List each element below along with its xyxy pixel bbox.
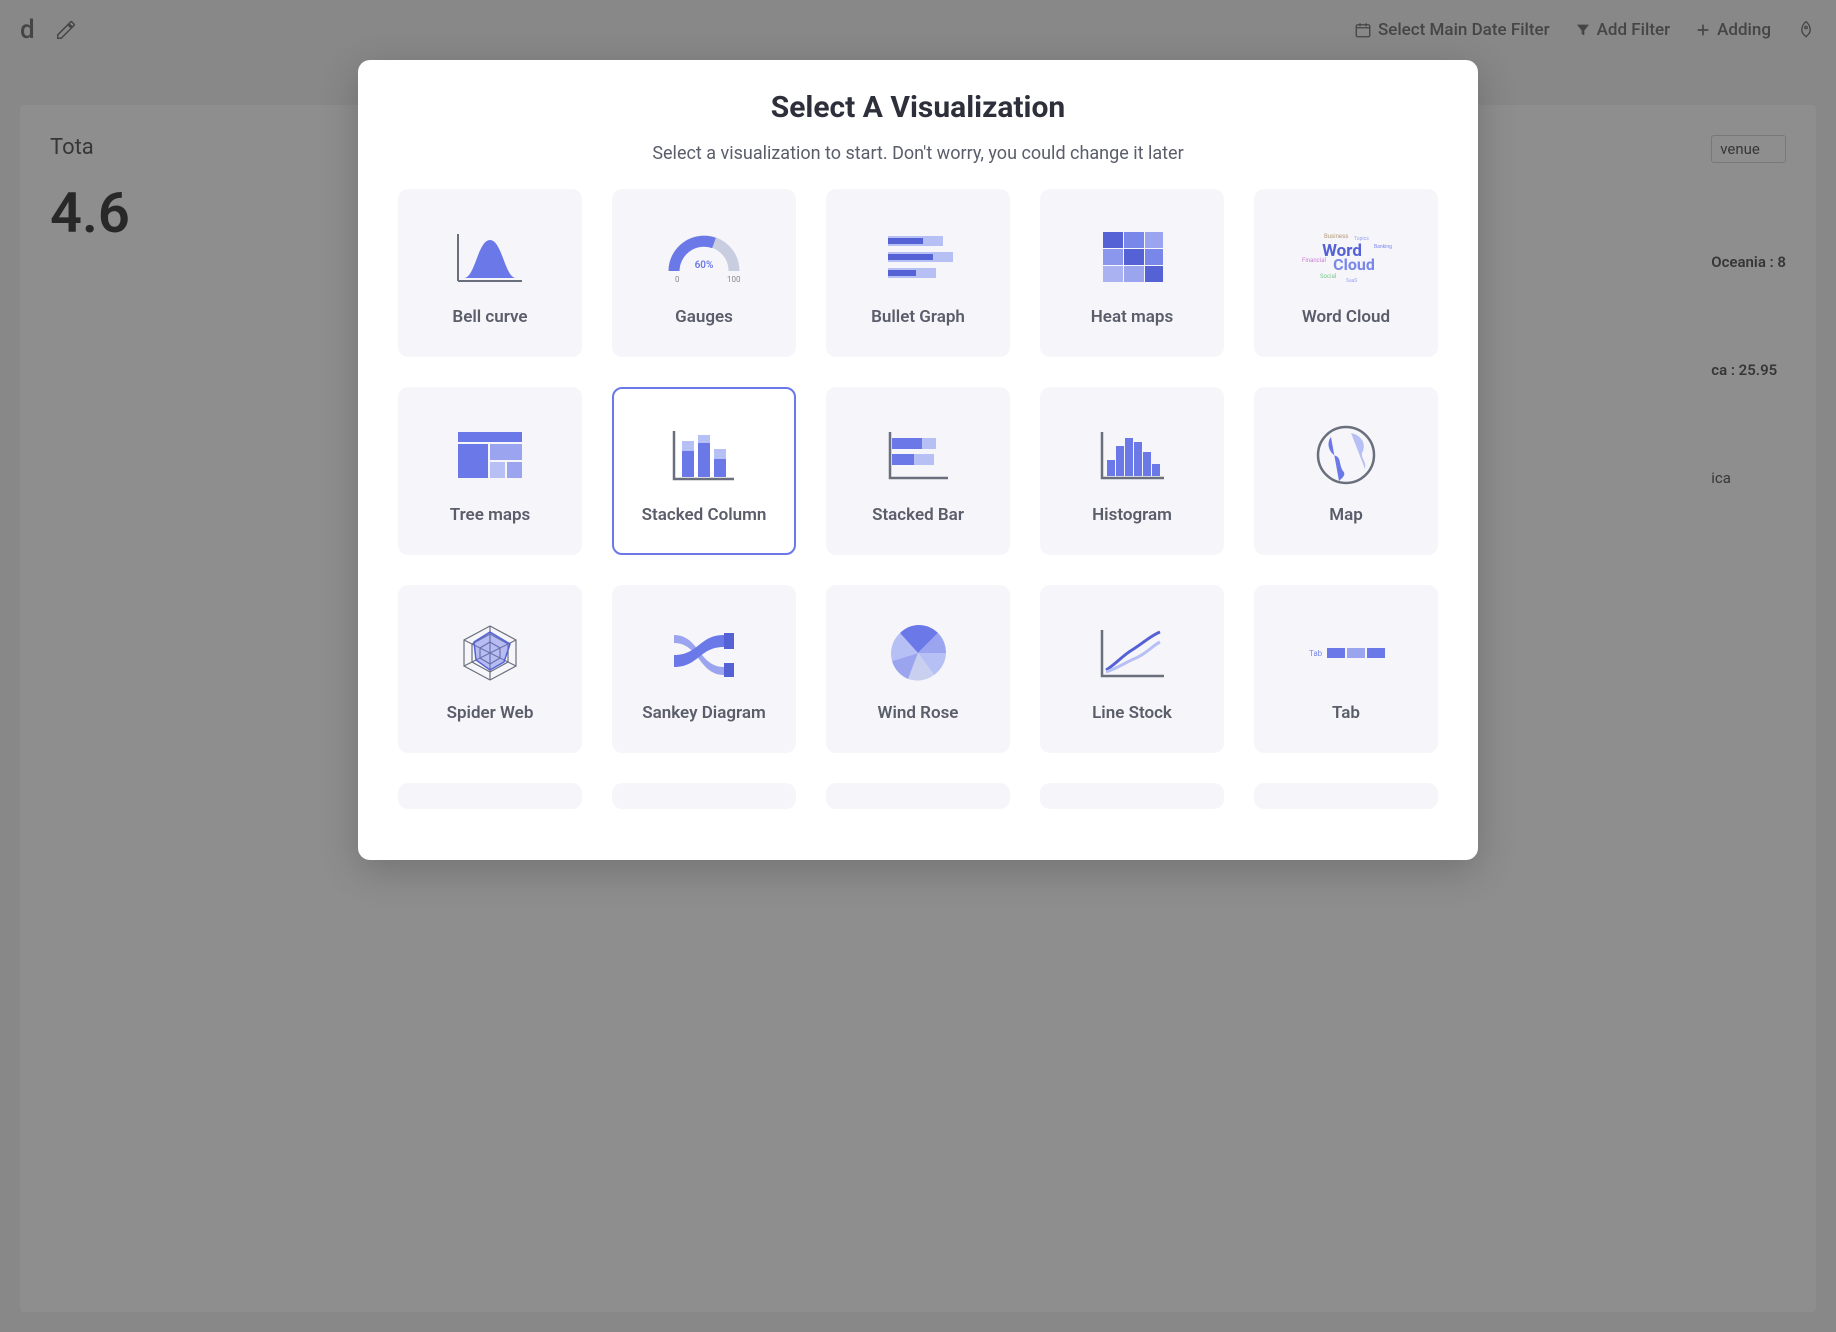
svg-text:Cloud: Cloud — [1333, 255, 1375, 274]
svg-text:100: 100 — [727, 275, 741, 284]
bullet-graph-icon — [838, 217, 998, 297]
viz-label: Spider Web — [447, 703, 534, 724]
svg-text:Social: Social — [1320, 273, 1336, 280]
viz-option-gauges[interactable]: 60% 0 100 Gauges — [612, 189, 796, 357]
line-stock-icon — [1052, 613, 1212, 693]
svg-text:Business: Business — [1324, 233, 1348, 240]
stacked-column-icon — [624, 415, 784, 495]
map-icon — [1266, 415, 1426, 495]
visualization-grid: Bell curve 60% 0 100 Gauges — [398, 189, 1438, 819]
viz-label: Bullet Graph — [871, 307, 965, 328]
viz-option-line-stock[interactable]: Line Stock — [1040, 585, 1224, 753]
viz-option-tree-maps[interactable]: Tree maps — [398, 387, 582, 555]
viz-label: Bell curve — [452, 307, 527, 328]
viz-option-more-2[interactable] — [612, 783, 796, 809]
viz-option-spider-web[interactable]: Spider Web — [398, 585, 582, 753]
viz-option-word-cloud[interactable]: Word Cloud Business Topics Banking Finan… — [1254, 189, 1438, 357]
viz-label: Histogram — [1092, 505, 1172, 526]
viz-option-sankey-diagram[interactable]: Sankey Diagram — [612, 585, 796, 753]
viz-option-wind-rose[interactable]: Wind Rose — [826, 585, 1010, 753]
viz-label: Sankey Diagram — [642, 703, 766, 724]
viz-option-heat-maps[interactable]: Heat maps — [1040, 189, 1224, 357]
heat-maps-icon — [1052, 217, 1212, 297]
viz-label: Tree maps — [450, 505, 531, 526]
viz-label: Line Stock — [1092, 703, 1172, 724]
viz-label: Stacked Bar — [872, 505, 964, 526]
modal-overlay[interactable]: Select A Visualization Select a visualiz… — [0, 0, 1836, 1332]
viz-option-tab[interactable]: Tab Tab — [1254, 585, 1438, 753]
viz-option-more-4[interactable] — [1040, 783, 1224, 809]
svg-text:60%: 60% — [695, 260, 714, 271]
viz-option-more-1[interactable] — [398, 783, 582, 809]
sankey-diagram-icon — [624, 613, 784, 693]
tab-icon: Tab — [1266, 613, 1426, 693]
svg-text:Banking: Banking — [1374, 244, 1392, 250]
viz-option-stacked-column[interactable]: Stacked Column — [612, 387, 796, 555]
histogram-icon — [1052, 415, 1212, 495]
svg-text:Topics: Topics — [1354, 236, 1369, 242]
svg-text:Tab: Tab — [1309, 649, 1323, 658]
viz-option-histogram[interactable]: Histogram — [1040, 387, 1224, 555]
word-cloud-icon: Word Cloud Business Topics Banking Finan… — [1266, 217, 1426, 297]
viz-label: Heat maps — [1091, 307, 1173, 328]
bell-curve-icon — [410, 217, 570, 297]
viz-label: Gauges — [675, 307, 733, 328]
gauges-icon: 60% 0 100 — [624, 217, 784, 297]
viz-label: Tab — [1332, 703, 1360, 724]
viz-option-map[interactable]: Map — [1254, 387, 1438, 555]
viz-label: Wind Rose — [878, 703, 959, 724]
svg-text:SaaS: SaaS — [1346, 278, 1357, 284]
viz-label: Word Cloud — [1302, 307, 1390, 328]
viz-label: Stacked Column — [642, 505, 767, 526]
viz-label: Map — [1329, 505, 1363, 526]
svg-text:0: 0 — [675, 275, 680, 284]
stacked-bar-icon — [838, 415, 998, 495]
svg-text:Financial: Financial — [1302, 257, 1326, 264]
viz-option-stacked-bar[interactable]: Stacked Bar — [826, 387, 1010, 555]
tree-maps-icon — [410, 415, 570, 495]
viz-option-more-3[interactable] — [826, 783, 1010, 809]
viz-option-more-5[interactable] — [1254, 783, 1438, 809]
viz-option-bullet-graph[interactable]: Bullet Graph — [826, 189, 1010, 357]
spider-web-icon — [410, 613, 570, 693]
viz-option-bell-curve[interactable]: Bell curve — [398, 189, 582, 357]
modal-subtitle: Select a visualization to start. Don't w… — [398, 143, 1438, 164]
modal-title: Select A Visualization — [398, 90, 1438, 125]
visualization-picker-modal: Select A Visualization Select a visualiz… — [358, 60, 1478, 860]
wind-rose-icon — [838, 613, 998, 693]
